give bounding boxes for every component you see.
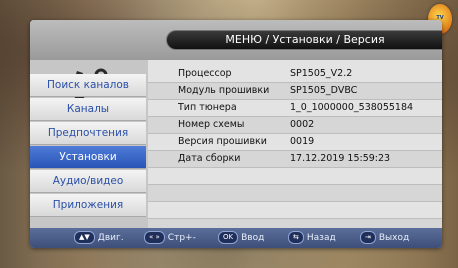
breadcrumb: МЕНЮ / Установки / Версия <box>166 30 442 50</box>
menu-panel: МЕНЮ / Установки / Версия Поиск каналов К… <box>30 20 442 248</box>
info-row <box>148 185 442 202</box>
info-value: 1_0_1000000_538055184 <box>290 102 414 113</box>
footer-hint-label: Выход <box>378 233 410 243</box>
info-value: 17.12.2019 15:59:23 <box>290 153 391 164</box>
sidebar-item[interactable]: Поиск каналов <box>30 74 146 97</box>
info-label: Версия прошивки <box>178 136 267 147</box>
info-row: Номер схемы 0002 <box>148 117 442 134</box>
info-row: Версия прошивки 0019 <box>148 134 442 151</box>
footer-hints: ▲▼ Двиг. « » Стр+- OK Ввод ⇆ Назад ⇥ Выход <box>30 228 442 248</box>
info-row <box>148 202 442 219</box>
info-row: Модуль прошивки SP1505_DVBC <box>148 83 442 100</box>
footer-hint: ⇥ Выход <box>360 231 409 245</box>
remote-key-icon: ▲▼ <box>74 231 95 244</box>
footer-hint-label: Стр+- <box>167 233 196 243</box>
sidebar: Поиск каналов Каналы Предпочтения Установки… <box>30 60 148 228</box>
remote-key-icon: OK <box>218 231 239 244</box>
footer-hint: ▲▼ Двиг. <box>74 231 124 245</box>
info-row: Тип тюнера 1_0_1000000_538055184 <box>148 100 442 117</box>
info-value: SP1505_DVBC <box>290 85 358 96</box>
footer-hint-label: Назад <box>306 233 336 243</box>
footer-hint-label: Ввод <box>241 233 265 243</box>
info-label: Номер схемы <box>178 119 245 130</box>
info-row <box>148 168 442 185</box>
remote-key-icon: ⇆ <box>288 231 304 244</box>
footer-hint-label: Двиг. <box>97 233 124 243</box>
sidebar-item[interactable]: Аудио/видео <box>30 170 146 193</box>
remote-key-icon: ⇥ <box>360 231 376 244</box>
sidebar-item[interactable]: Каналы <box>30 98 146 121</box>
info-label: Дата сборки <box>178 153 241 164</box>
info-row: Процессор SP1505_V2.2 <box>148 66 442 83</box>
sidebar-item[interactable]: Приложения <box>30 194 146 217</box>
info-value: SP1505_V2.2 <box>290 68 353 79</box>
info-panel: Процессор SP1505_V2.2 Модуль прошивки SP150… <box>148 60 442 236</box>
footer-hint: ⇆ Назад <box>288 231 336 245</box>
footer-hint: « » Стр+- <box>144 231 196 245</box>
page-title: МЕНЮ / Установки / Версия <box>225 33 385 46</box>
info-row: Дата сборки 17.12.2019 15:59:23 <box>148 151 442 168</box>
info-label: Модуль прошивки <box>178 85 270 96</box>
info-label: Тип тюнера <box>178 102 237 113</box>
title-bar: МЕНЮ / Установки / Версия <box>30 20 442 60</box>
remote-key-icon: « » <box>144 231 165 244</box>
sidebar-item[interactable]: Предпочтения <box>30 122 146 145</box>
info-label: Процессор <box>178 68 232 79</box>
sidebar-item[interactable]: Установки <box>30 146 146 169</box>
footer-hint: OK Ввод <box>218 231 264 245</box>
info-value: 0002 <box>290 119 315 130</box>
info-value: 0019 <box>290 136 315 147</box>
